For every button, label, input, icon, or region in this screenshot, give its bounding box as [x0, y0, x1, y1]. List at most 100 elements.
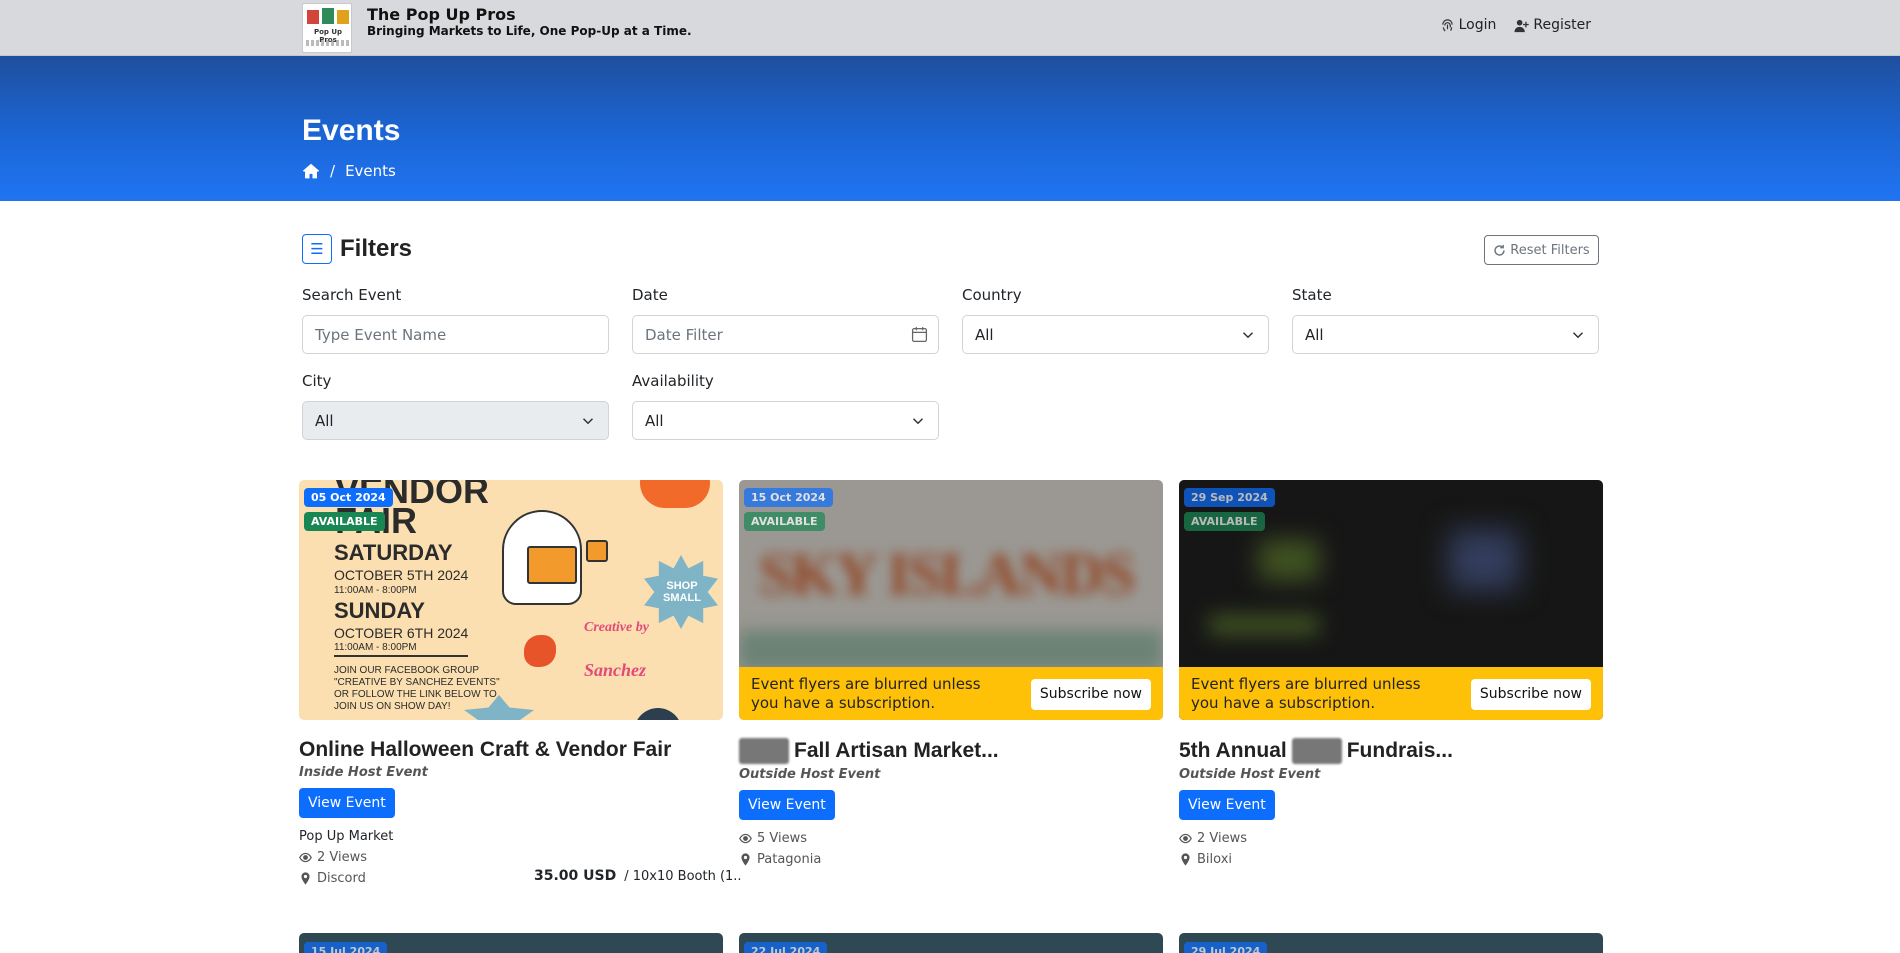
- map-pin-icon: [741, 853, 750, 866]
- redacted-text: [739, 738, 789, 764]
- country-value: All: [975, 325, 994, 344]
- event-organizer: Pop Up Market: [299, 829, 394, 844]
- flyer-decoration: [640, 480, 710, 508]
- event-date-badge: 15 Jul 2024: [304, 942, 388, 953]
- country-label: Country: [962, 286, 1022, 304]
- search-event-input[interactable]: Type Event Name: [302, 315, 609, 354]
- status-badge: AVAILABLE: [304, 512, 385, 531]
- country-select[interactable]: All: [962, 315, 1269, 354]
- date-filter-input[interactable]: Date Filter: [632, 315, 939, 354]
- breadcrumb: / Events: [302, 162, 396, 180]
- filter-toggle-button[interactable]: ☰: [302, 234, 332, 264]
- view-event-button[interactable]: View Event: [1179, 790, 1275, 820]
- breadcrumb-separator: /: [330, 162, 336, 180]
- event-location-text: Biloxi: [1197, 852, 1233, 867]
- event-views: 5 Views: [739, 828, 1163, 849]
- date-label: Date: [632, 286, 668, 304]
- book-illustration: [527, 546, 577, 584]
- flyer-text: OR FOLLOW THE LINK BELOW TO: [334, 689, 497, 700]
- flyer-text: Sanchez: [584, 660, 647, 680]
- event-card: VENDOR FAIR SATURDAY OCTOBER 5TH 2024 11…: [299, 480, 742, 889]
- event-views-text: 2 Views: [1197, 831, 1248, 846]
- cup-illustration: [586, 540, 608, 562]
- login-label: Login: [1458, 17, 1497, 33]
- top-navbar: Pop Up Pros The Pop Up Pros Bringing Mar…: [0, 0, 1900, 56]
- page-hero: Events / Events: [0, 56, 1900, 201]
- event-price: 35.00 USD / 10x10 Booth (1..: [534, 868, 742, 884]
- event-price-amount: 35.00 USD: [534, 868, 617, 884]
- event-views: 2 Views: [1179, 828, 1603, 849]
- availability-select[interactable]: All: [632, 401, 939, 440]
- event-card: SKY ISLANDS 15 Oct 2024 AVAILABLE Event …: [739, 480, 1163, 870]
- event-title-text: Online Halloween Craft & Vendor Fair: [299, 738, 672, 761]
- event-date-badge: 29 Sep 2024: [1184, 488, 1275, 507]
- event-card-peek[interactable]: 15 Jul 2024: [299, 933, 723, 953]
- reset-filters-button[interactable]: Reset Filters: [1484, 235, 1599, 265]
- logo-subtext: [306, 40, 350, 46]
- event-date-badge: 15 Oct 2024: [744, 488, 833, 507]
- city-select[interactable]: All: [302, 401, 609, 440]
- event-views: 2 Views: [299, 847, 723, 868]
- event-card-peek[interactable]: 29 Jul 2024: [1179, 933, 1603, 953]
- state-value: All: [1305, 325, 1324, 344]
- logo-booth-yellow: [337, 10, 349, 24]
- event-card: 29 Sep 2024 AVAILABLE Event flyers are b…: [1179, 480, 1603, 870]
- status-badge: AVAILABLE: [744, 512, 825, 531]
- event-host-type: Outside Host Event: [1179, 767, 1321, 782]
- breadcrumb-current: Events: [345, 162, 396, 180]
- brand-logo[interactable]: Pop Up Pros: [302, 3, 352, 53]
- list-icon: ☰: [310, 240, 324, 258]
- event-host-type: Outside Host Event: [739, 767, 881, 782]
- search-event-placeholder: Type Event Name: [315, 325, 447, 344]
- view-event-button[interactable]: View Event: [739, 790, 835, 820]
- flyer-decoration: [634, 708, 682, 720]
- event-title-text: Fall Artisan Market...: [794, 739, 999, 762]
- brand-tagline: Bringing Markets to Life, One Pop-Up at …: [367, 24, 692, 38]
- event-location-text: Patagonia: [757, 852, 822, 867]
- event-title-text: Fundrais...: [1346, 739, 1453, 762]
- flyer-text: JOIN OUR FACEBOOK GROUP: [334, 665, 480, 676]
- subscribe-button[interactable]: Subscribe now: [1470, 679, 1591, 710]
- map-pin-icon: [1181, 853, 1190, 866]
- flyer-text: Creative by: [584, 620, 649, 635]
- flyer-text: SHOP SMALL: [663, 580, 701, 604]
- event-title-prefix: 5th Annual: [1179, 739, 1287, 762]
- availability-value: All: [645, 411, 664, 430]
- eye-icon: [299, 852, 312, 863]
- subscription-message: Event flyers are blurred unless you have…: [1191, 674, 1421, 712]
- register-label: Register: [1533, 17, 1591, 33]
- event-location: Biloxi: [1179, 849, 1603, 870]
- login-link[interactable]: Login: [1440, 17, 1497, 33]
- event-flyer[interactable]: SKY ISLANDS 15 Oct 2024 AVAILABLE Event …: [739, 480, 1163, 720]
- home-icon[interactable]: [302, 162, 320, 180]
- flyer-text: JOIN US ON SHOW DAY!: [334, 701, 451, 712]
- event-title[interactable]: Online Halloween Craft & Vendor Fair: [299, 738, 723, 762]
- event-title[interactable]: 5th Annual Fundrais...: [1179, 738, 1603, 764]
- register-link[interactable]: Register: [1514, 17, 1591, 33]
- flyer-text: 11:00AM - 8:00PM: [334, 642, 417, 653]
- chevron-down-icon: [1572, 332, 1584, 339]
- event-flyer[interactable]: VENDOR FAIR SATURDAY OCTOBER 5TH 2024 11…: [299, 480, 723, 720]
- availability-label: Availability: [632, 372, 714, 390]
- view-event-button[interactable]: View Event: [299, 788, 395, 818]
- chevron-down-icon: [582, 418, 594, 425]
- event-card-peek[interactable]: 22 Jul 2024: [739, 933, 1163, 953]
- flyer-text: OCTOBER 5TH 2024: [334, 567, 469, 583]
- auth-nav: Login Register: [1440, 17, 1591, 33]
- subscription-banner: Event flyers are blurred unless you have…: [1179, 667, 1603, 720]
- status-badge: AVAILABLE: [1184, 512, 1265, 531]
- brand-title[interactable]: The Pop Up Pros: [367, 5, 692, 24]
- subscribe-button[interactable]: Subscribe now: [1030, 679, 1151, 710]
- brand[interactable]: Pop Up Pros The Pop Up Pros Bringing Mar…: [302, 0, 692, 56]
- event-date-badge: 05 Oct 2024: [304, 488, 393, 507]
- flyer-text: "CREATIVE BY SANCHEZ EVENTS": [334, 677, 500, 688]
- event-flyer[interactable]: 29 Sep 2024 AVAILABLE Event flyers are b…: [1179, 480, 1603, 720]
- fingerprint-icon: [1441, 18, 1453, 32]
- state-select[interactable]: All: [1292, 315, 1599, 354]
- calendar-icon[interactable]: [911, 326, 928, 343]
- event-title[interactable]: Fall Artisan Market...: [739, 738, 1163, 764]
- flyer-decoration: [524, 635, 556, 667]
- filters-title: Filters: [340, 235, 413, 262]
- event-date-badge: 29 Jul 2024: [1184, 942, 1268, 953]
- eye-icon: [1179, 833, 1192, 844]
